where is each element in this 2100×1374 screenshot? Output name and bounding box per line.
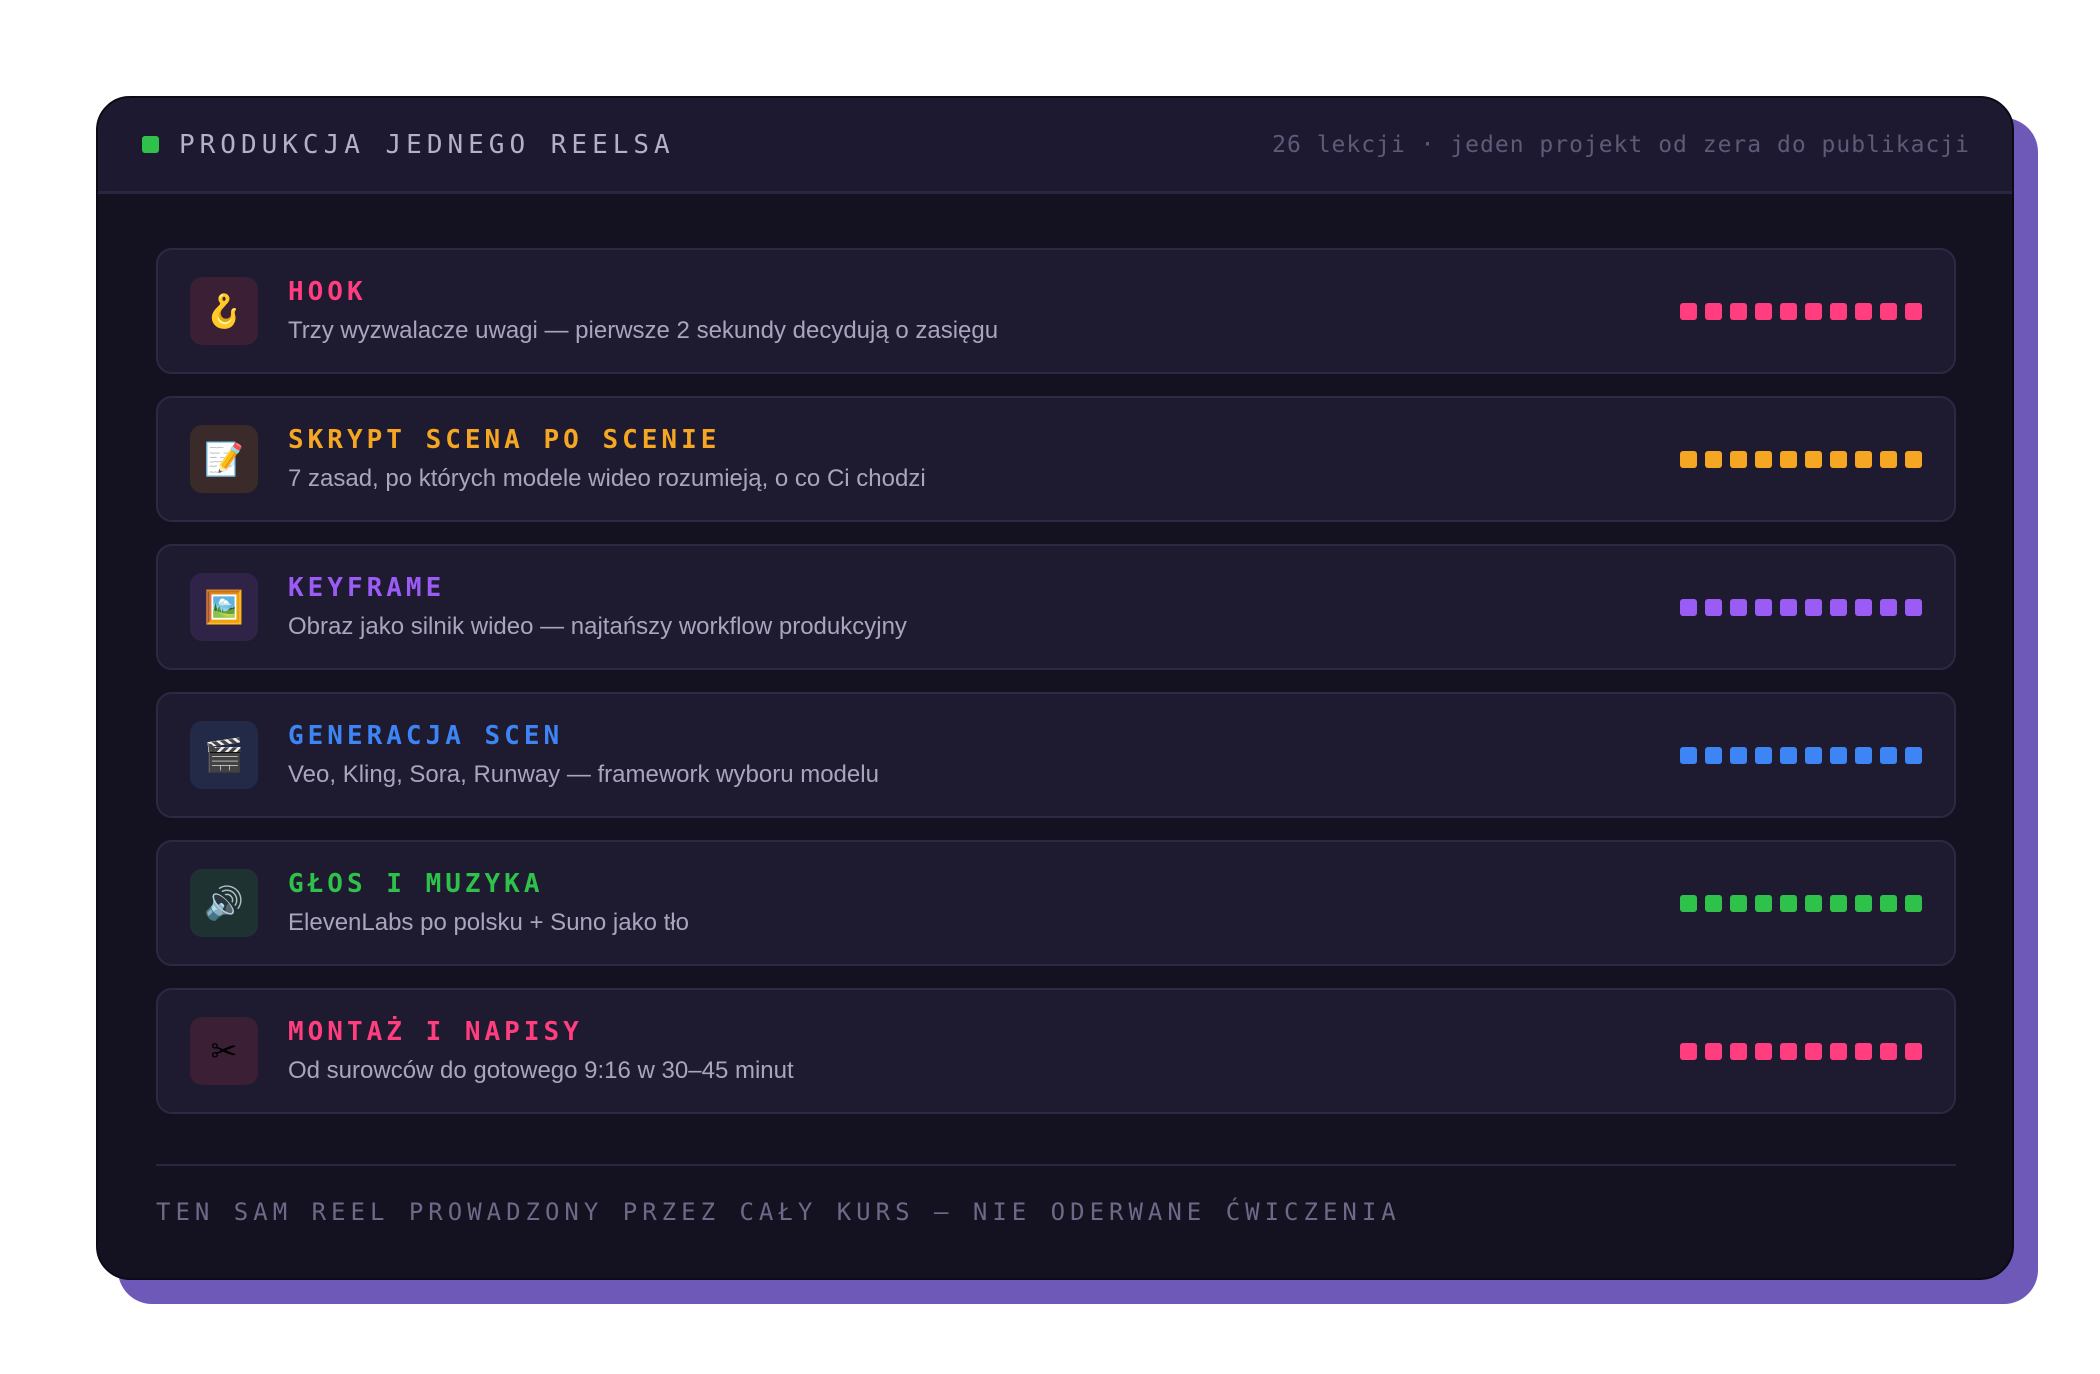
progress-dot: [1855, 746, 1872, 764]
progress-dot: [1880, 894, 1897, 912]
module-list: 🪝 HOOK Trzy wyzwalacze uwagi — pierwsze …: [156, 248, 1956, 1136]
status-indicator: [142, 136, 159, 153]
module-row-editing[interactable]: ✂ MONTAŻ I NAPISY Od surowców do gotoweg…: [156, 988, 1956, 1114]
progress-dot: [1830, 302, 1847, 320]
progress-dots: [1680, 450, 1922, 468]
progress-dot: [1855, 302, 1872, 320]
progress-dot: [1680, 302, 1697, 320]
progress-dot: [1905, 746, 1922, 764]
progress-dot: [1805, 746, 1822, 764]
progress-dot: [1905, 598, 1922, 616]
scissors-icon: ✂: [190, 1017, 258, 1085]
progress-dot: [1705, 894, 1722, 912]
speaker-icon: 🔊: [190, 869, 258, 937]
module-row-scene-generation[interactable]: 🎬 GENERACJA SCEN Veo, Kling, Sora, Runwa…: [156, 692, 1956, 818]
progress-dot: [1705, 302, 1722, 320]
progress-dot: [1830, 894, 1847, 912]
progress-dot: [1780, 1042, 1797, 1060]
progress-dot: [1855, 894, 1872, 912]
progress-dot: [1805, 1042, 1822, 1060]
module-subtitle: Veo, Kling, Sora, Runway — framework wyb…: [288, 761, 879, 788]
progress-dot: [1780, 598, 1797, 616]
module-title: SKRYPT SCENA PO SCENIE: [288, 425, 721, 455]
progress-dot: [1905, 1042, 1922, 1060]
progress-dot: [1830, 746, 1847, 764]
progress-dot: [1880, 746, 1897, 764]
footer-divider: [156, 1164, 1956, 1166]
progress-dot: [1755, 302, 1772, 320]
progress-dot: [1680, 746, 1697, 764]
module-subtitle: Trzy wyzwalacze uwagi — pierwsze 2 sekun…: [288, 317, 999, 344]
module-subtitle: Obraz jako silnik wideo — najtańszy work…: [288, 613, 907, 640]
progress-dot: [1730, 302, 1747, 320]
progress-dot: [1905, 450, 1922, 468]
progress-dot: [1705, 598, 1722, 616]
progress-dot: [1680, 1042, 1697, 1060]
module-title: KEYFRAME: [288, 573, 446, 603]
progress-dot: [1755, 894, 1772, 912]
progress-dot: [1780, 450, 1797, 468]
progress-dot: [1830, 450, 1847, 468]
progress-dot: [1855, 450, 1872, 468]
lesson-count: 26 lekcji · jeden projekt od zera do pub…: [1272, 131, 1970, 158]
module-subtitle: Od surowców do gotowego 9:16 w 30–45 min…: [288, 1057, 794, 1084]
course-card: PRODUKCJA JEDNEGO REELSA 26 lekcji · jed…: [96, 96, 2014, 1280]
progress-dots: [1680, 746, 1922, 764]
progress-dot: [1880, 1042, 1897, 1060]
progress-dot: [1905, 302, 1922, 320]
progress-dot: [1730, 1042, 1747, 1060]
progress-dot: [1780, 894, 1797, 912]
progress-dot: [1680, 598, 1697, 616]
progress-dots: [1680, 894, 1922, 912]
header-left: PRODUKCJA JEDNEGO REELSA: [142, 130, 675, 160]
progress-dot: [1855, 598, 1872, 616]
progress-dot: [1855, 1042, 1872, 1060]
progress-dot: [1880, 450, 1897, 468]
card-title: PRODUKCJA JEDNEGO REELSA: [179, 129, 675, 160]
progress-dot: [1705, 1042, 1722, 1060]
progress-dot: [1755, 1042, 1772, 1060]
progress-dot: [1805, 450, 1822, 468]
module-row-script[interactable]: 📝 SKRYPT SCENA PO SCENIE 7 zasad, po któ…: [156, 396, 1956, 522]
module-row-hook[interactable]: 🪝 HOOK Trzy wyzwalacze uwagi — pierwsze …: [156, 248, 1956, 374]
progress-dot: [1880, 302, 1897, 320]
footer-note: TEN SAM REEL PROWADZONY PRZEZ CAŁY KURS …: [156, 1198, 1401, 1226]
progress-dot: [1730, 746, 1747, 764]
progress-dot: [1730, 894, 1747, 912]
card-header: PRODUKCJA JEDNEGO REELSA 26 lekcji · jed…: [98, 98, 2012, 194]
module-row-keyframe[interactable]: 🖼️ KEYFRAME Obraz jako silnik wideo — na…: [156, 544, 1956, 670]
framed-picture-icon: 🖼️: [190, 573, 258, 641]
progress-dot: [1905, 894, 1922, 912]
progress-dot: [1805, 598, 1822, 616]
module-subtitle: ElevenLabs po polsku + Suno jako tło: [288, 909, 689, 936]
progress-dot: [1730, 598, 1747, 616]
progress-dot: [1680, 450, 1697, 468]
module-title: HOOK: [288, 277, 367, 307]
memo-icon: 📝: [190, 425, 258, 493]
progress-dot: [1705, 746, 1722, 764]
progress-dot: [1830, 598, 1847, 616]
progress-dots: [1680, 1042, 1922, 1060]
clapper-board-icon: 🎬: [190, 721, 258, 789]
progress-dot: [1805, 894, 1822, 912]
progress-dots: [1680, 598, 1922, 616]
hook-icon: 🪝: [190, 277, 258, 345]
module-row-voice-music[interactable]: 🔊 GŁOS I MUZYKA ElevenLabs po polsku + S…: [156, 840, 1956, 966]
progress-dot: [1680, 894, 1697, 912]
module-subtitle: 7 zasad, po których modele wideo rozumie…: [288, 465, 926, 492]
module-title: MONTAŻ I NAPISY: [288, 1017, 583, 1047]
module-title: GŁOS I MUZYKA: [288, 869, 544, 899]
progress-dot: [1755, 598, 1772, 616]
progress-dot: [1780, 302, 1797, 320]
progress-dot: [1880, 598, 1897, 616]
progress-dot: [1755, 746, 1772, 764]
progress-dot: [1730, 450, 1747, 468]
progress-dot: [1830, 1042, 1847, 1060]
progress-dot: [1755, 450, 1772, 468]
module-title: GENERACJA SCEN: [288, 721, 564, 751]
progress-dot: [1780, 746, 1797, 764]
progress-dot: [1805, 302, 1822, 320]
progress-dot: [1705, 450, 1722, 468]
progress-dots: [1680, 302, 1922, 320]
